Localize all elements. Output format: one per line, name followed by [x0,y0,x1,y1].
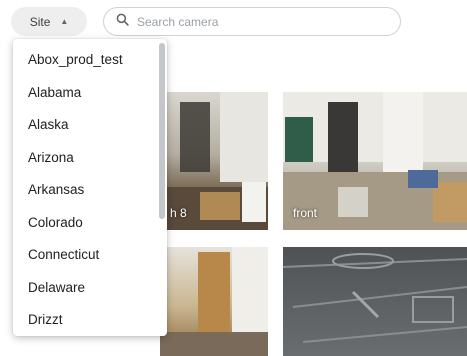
site-option[interactable]: Connecticut [13,239,159,272]
search-icon [116,13,129,31]
site-option[interactable]: Arizona [13,142,159,175]
camera-tile[interactable]: front [283,92,467,230]
site-option[interactable]: Alabama [13,77,159,110]
site-option[interactable]: Arkansas [13,174,159,207]
site-option-list: Abox_prod_test Alabama Alaska Arizona Ar… [13,44,159,336]
camera-tile[interactable] [160,247,268,356]
site-filter-button[interactable]: Site ▲ [11,7,87,36]
search-input[interactable] [137,14,377,29]
site-option[interactable]: Colorado [13,207,159,240]
site-option[interactable]: Abox_prod_test [13,44,159,77]
camera-name: front [293,206,318,220]
site-option[interactable]: Alaska [13,109,159,142]
camera-feed-image [283,253,467,343]
camera-tile[interactable]: h 8 [160,92,268,230]
camera-tile[interactable] [283,247,467,356]
camera-name: h 8 [170,206,187,220]
site-filter-label: Site [29,14,51,29]
site-dropdown-menu: Abox_prod_test Alabama Alaska Arizona Ar… [13,39,167,336]
site-option[interactable]: Delaware [13,272,159,305]
caret-up-icon: ▲ [60,16,69,26]
scrollbar-thumb[interactable] [159,43,165,219]
site-option[interactable]: Drizzt [13,304,159,336]
camera-feed-image [160,247,268,356]
dropdown-scrollbar[interactable] [159,43,165,332]
search-box[interactable] [103,7,401,36]
